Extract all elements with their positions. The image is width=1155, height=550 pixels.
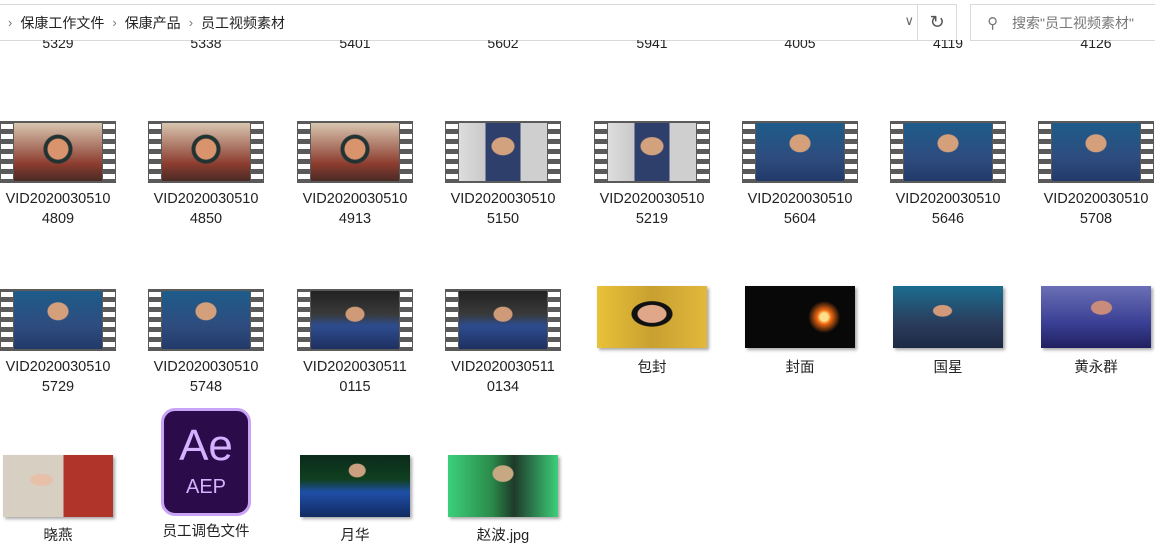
- file-label[interactable]: 5602: [443, 40, 563, 56]
- file-name: VID2020030510 5604: [747, 191, 853, 227]
- file-item[interactable]: 封面: [730, 286, 870, 378]
- chevron-right-icon: ›: [112, 15, 117, 30]
- file-name: VID2020030510 4913: [302, 191, 408, 227]
- image-thumbnail: [745, 286, 855, 348]
- file-item[interactable]: VID2020030510 4913: [285, 121, 425, 229]
- image-thumbnail: [1041, 286, 1151, 348]
- refresh-button[interactable]: ↻: [917, 5, 956, 40]
- breadcrumb-item[interactable]: 保康产品: [125, 13, 181, 33]
- search-icon: ⚲: [987, 14, 998, 32]
- after-effects-icon: Ae AEP: [161, 408, 251, 516]
- video-thumbnail: [148, 289, 264, 351]
- file-name: 黄永群: [1074, 360, 1118, 376]
- file-name: VID2020030511 0115: [303, 359, 407, 395]
- refresh-icon: ↻: [929, 12, 945, 32]
- file-label[interactable]: 5329: [0, 40, 118, 56]
- video-thumbnail: [297, 121, 413, 183]
- file-item[interactable]: VID2020030510 5748: [136, 289, 276, 397]
- file-item[interactable]: VID2020030510 5604: [730, 121, 870, 229]
- file-name: 员工调色文件: [162, 524, 250, 540]
- file-item[interactable]: 国星: [878, 286, 1018, 378]
- file-name: VID2020030510 5748: [153, 359, 259, 395]
- video-thumbnail: [594, 121, 710, 183]
- video-thumbnail: [297, 289, 413, 351]
- file-item[interactable]: 赵波.jpg: [433, 455, 573, 546]
- file-item[interactable]: 月华: [285, 455, 425, 546]
- file-name: 国星: [933, 360, 963, 376]
- file-name: VID2020030510 5219: [599, 191, 705, 227]
- image-thumbnail: [597, 286, 707, 348]
- video-thumbnail: [890, 121, 1006, 183]
- video-thumbnail: [0, 289, 116, 351]
- breadcrumb: › 保康工作文件 › 保康产品 › 员工视频素材: [0, 13, 285, 33]
- file-name: 晓燕: [43, 528, 73, 544]
- file-item[interactable]: 包封: [582, 286, 722, 378]
- chevron-down-icon[interactable]: ∨: [904, 13, 914, 29]
- video-thumbnail: [1038, 121, 1154, 183]
- file-item[interactable]: VID2020030510 4850: [136, 121, 276, 229]
- breadcrumb-item[interactable]: 员工视频素材: [201, 13, 285, 33]
- file-name: VID2020030510 4850: [153, 191, 259, 227]
- chevron-right-icon: ›: [188, 15, 194, 30]
- search-input[interactable]: ⚲ 搜索"员工视频素材": [970, 4, 1155, 41]
- file-name: 月华: [340, 528, 370, 544]
- file-name: VID2020030510 4809: [5, 191, 111, 227]
- file-label[interactable]: 4126: [1036, 40, 1155, 56]
- video-thumbnail: [148, 121, 264, 183]
- file-item[interactable]: VID2020030511 0134: [433, 289, 573, 397]
- file-item[interactable]: VID2020030510 4809: [0, 121, 128, 229]
- file-name: 封面: [785, 360, 815, 376]
- file-name: VID2020030510 5150: [450, 191, 556, 227]
- video-thumbnail: [742, 121, 858, 183]
- file-label[interactable]: 5338: [146, 40, 266, 56]
- video-thumbnail: [445, 121, 561, 183]
- image-thumbnail: [300, 455, 410, 517]
- file-name: VID2020030510 5729: [5, 359, 111, 395]
- file-item[interactable]: VID2020030510 5729: [0, 289, 128, 397]
- file-name: 赵波.jpg: [476, 528, 530, 544]
- image-thumbnail: [448, 455, 558, 517]
- file-item[interactable]: 晓燕: [0, 455, 128, 546]
- file-item[interactable]: 黄永群: [1026, 286, 1155, 378]
- file-name: VID2020030511 0134: [451, 359, 555, 395]
- video-thumbnail: [445, 289, 561, 351]
- video-thumbnail: [0, 121, 116, 183]
- file-name: VID2020030510 5708: [1043, 191, 1149, 227]
- chevron-right-icon: ›: [8, 15, 13, 30]
- image-thumbnail: [893, 286, 1003, 348]
- file-item[interactable]: VID2020030510 5219: [582, 121, 722, 229]
- file-item[interactable]: Ae AEP 员工调色文件: [136, 408, 276, 542]
- address-bar[interactable]: › 保康工作文件 › 保康产品 › 员工视频素材 ∨ ↻: [0, 4, 957, 41]
- file-item[interactable]: VID2020030510 5150: [433, 121, 573, 229]
- file-name: VID2020030510 5646: [895, 191, 1001, 227]
- breadcrumb-item[interactable]: 保康工作文件: [20, 13, 104, 33]
- file-label[interactable]: 5941: [592, 40, 712, 56]
- file-label[interactable]: 4119: [888, 40, 1008, 56]
- image-thumbnail: [3, 455, 113, 517]
- file-item[interactable]: VID2020030510 5646: [878, 121, 1018, 229]
- file-label[interactable]: 5401: [295, 40, 415, 56]
- file-name: 包封: [637, 360, 667, 376]
- search-placeholder: 搜索"员工视频素材": [1012, 14, 1134, 31]
- file-item[interactable]: VID2020030511 0115: [285, 289, 425, 397]
- file-label[interactable]: 4005: [740, 40, 860, 56]
- file-item[interactable]: VID2020030510 5708: [1026, 121, 1155, 229]
